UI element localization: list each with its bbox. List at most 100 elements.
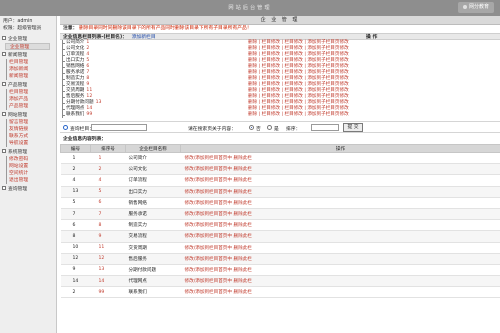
- table-row: 10 11 交货周期 修改/添加到栏目首页中 删除此栏: [60, 241, 500, 254]
- collapse-box-icon: [2, 185, 6, 190]
- sidebar-group-toggle[interactable]: 新闻管理: [0, 51, 56, 59]
- cell-sort: 14: [90, 275, 126, 288]
- table-row: 14 14 代理网点 修改/添加到栏目首页中 删除此栏: [60, 275, 500, 288]
- radio-yes[interactable]: [267, 125, 272, 130]
- sidebar-item[interactable]: 添加产品: [0, 96, 56, 103]
- delete-link[interactable]: 删除此栏: [233, 257, 251, 262]
- edit-link[interactable]: 修改/添加到栏目首页中: [185, 234, 233, 239]
- sidebar-group-toggle[interactable]: 企业管理: [0, 35, 56, 43]
- edit-link[interactable]: 修改/添加到栏目首页中: [185, 223, 233, 228]
- cell-spacer: [340, 196, 500, 209]
- edit-link[interactable]: 修改/添加到栏目首页中: [185, 156, 233, 161]
- page-title: 企 业 管 理: [60, 16, 500, 25]
- sidebar-item[interactable]: 添加新闻: [0, 66, 56, 73]
- sidebar-item[interactable]: 退出管理: [0, 177, 56, 184]
- edit-link[interactable]: 修改/添加到栏目首页中: [185, 290, 233, 295]
- sidebar-item[interactable]: 产品管理: [0, 103, 56, 110]
- cell-id: 5: [60, 196, 91, 209]
- delete-link[interactable]: 删除此栏: [233, 201, 251, 206]
- cell-ops: 修改/添加到栏目首页中 删除此栏: [180, 230, 341, 243]
- cell-ops: 修改/添加到栏目首页中 删除此栏: [180, 263, 341, 277]
- table-header-row: 编号 排序号 企业栏目名称 操作: [60, 144, 500, 153]
- edit-link[interactable]: 修改/添加到栏目首页中: [185, 167, 233, 172]
- sidebar-group-toggle[interactable]: 网站管理: [0, 111, 56, 119]
- col-sort: 排序号: [90, 144, 126, 153]
- cell-spacer: [340, 151, 500, 165]
- tree-branch: [62, 55, 65, 56]
- delete-link[interactable]: 删除此栏: [233, 279, 251, 284]
- cell-spacer: [340, 230, 500, 243]
- delete-link[interactable]: 删除此栏: [233, 156, 251, 161]
- edit-link[interactable]: 修改/添加到栏目首页中: [185, 178, 233, 183]
- col-id: 编号: [60, 144, 91, 153]
- tree-node-label: 订单流程: [66, 52, 85, 57]
- sidebar-group: 系统管理 修改密码 网站设置 空间统计 退出管理: [0, 148, 56, 184]
- sidebar-group-label: 网站管理: [8, 113, 28, 118]
- delete-link[interactable]: 删除此栏: [233, 268, 251, 273]
- sidebar-group: 新闻管理 栏目管理 添加新闻 新闻管理: [0, 51, 56, 80]
- delete-link[interactable]: 删除此栏: [233, 178, 251, 183]
- tree-node-num: 2: [86, 46, 90, 51]
- cell-spacer: [340, 174, 500, 187]
- sidebar-item[interactable]: 栏目管理: [0, 89, 56, 96]
- radio-no[interactable]: [249, 125, 254, 130]
- tree-node-num: 14: [86, 106, 93, 111]
- sidebar-item[interactable]: 栏目管理: [0, 59, 56, 66]
- cell-spacer: [340, 241, 500, 254]
- tree-node-label: 出口实力: [66, 58, 85, 63]
- cell-spacer: [340, 252, 500, 265]
- cell-spacer: [340, 207, 500, 221]
- cell-id: 13: [60, 185, 91, 198]
- edit-link[interactable]: 修改/添加到栏目首页中: [185, 212, 233, 217]
- edit-link[interactable]: 修改/添加到栏目首页中: [185, 190, 233, 195]
- edit-link[interactable]: 修改/添加到栏目首页中: [185, 268, 233, 273]
- brand-logo: 网分教育: [458, 2, 494, 13]
- cell-spacer: [340, 185, 500, 198]
- edit-link[interactable]: 修改/添加到栏目首页中: [185, 246, 233, 251]
- sidebar-item[interactable]: 导航设置: [0, 140, 56, 147]
- delete-link[interactable]: 删除此栏: [233, 223, 251, 228]
- delete-link[interactable]: 删除此栏: [233, 234, 251, 239]
- logo-text: 网分教育: [468, 4, 489, 10]
- tree-node-num: 11: [86, 88, 93, 93]
- sidebar-item[interactable]: 留言管理: [0, 119, 56, 126]
- edit-link[interactable]: 修改/添加到栏目首页中: [185, 201, 233, 206]
- cell-ops: 修改/添加到栏目首页中 删除此栏: [180, 219, 341, 232]
- sort-input[interactable]: [311, 124, 339, 131]
- delete-link[interactable]: 删除此栏: [233, 167, 251, 172]
- category-tree: 公司简介 1 删除 | 栏目修改 | 栏目修改 | 添加到子栏目页修改 公司文化 2 删除…: [60, 40, 500, 118]
- edit-link[interactable]: 修改/添加到栏目首页中: [185, 279, 233, 284]
- delete-link[interactable]: 删除此栏: [233, 190, 251, 195]
- table-row: 7 7 服务承诺 修改/添加到栏目首页中 删除此栏: [60, 207, 500, 221]
- sidebar-group: 网站管理 留言管理 友情链接 联系方式 导航设置: [0, 111, 56, 147]
- sidebar-group-toggle[interactable]: 系统管理: [0, 148, 56, 156]
- search-column-input[interactable]: [91, 124, 147, 131]
- sidebar-item[interactable]: 企业管理: [5, 43, 50, 50]
- submit-button[interactable]: 提 交: [343, 123, 363, 132]
- sidebar-item[interactable]: 联系方式: [0, 133, 56, 140]
- sidebar-group-toggle[interactable]: 产品管理: [0, 81, 56, 89]
- cell-id: 8: [60, 230, 91, 243]
- sidebar-item[interactable]: 网站设置: [0, 163, 56, 170]
- tree-ops-links[interactable]: 删除 | 栏目修改 | 栏目修改 | 添加到子栏目页修改: [248, 112, 349, 118]
- sidebar-item[interactable]: 修改密码: [0, 156, 56, 163]
- edit-link[interactable]: 修改/添加到栏目首页中: [185, 257, 233, 262]
- sidebar-item[interactable]: 空间统计: [0, 170, 56, 177]
- delete-link[interactable]: 删除此栏: [233, 290, 251, 295]
- cell-name: 订单流程: [125, 174, 181, 187]
- cell-name: 公司文化: [125, 163, 181, 176]
- sidebar-group-toggle[interactable]: 查询管理: [0, 185, 56, 193]
- tree-branch: [62, 73, 65, 74]
- delete-link[interactable]: 删除此栏: [233, 212, 251, 217]
- cell-name: 制造实力: [125, 219, 181, 232]
- collapse-box-icon: [2, 81, 6, 86]
- sidebar-item[interactable]: 友情链接: [0, 126, 56, 133]
- cell-name: 售后服务: [125, 252, 181, 265]
- cell-ops: 修改/添加到栏目首页中 删除此栏: [180, 286, 341, 299]
- cell-name: 出口实力: [125, 185, 181, 198]
- delete-link[interactable]: 删除此栏: [233, 246, 251, 251]
- cell-ops: 修改/添加到栏目首页中 删除此栏: [180, 151, 341, 165]
- sidebar-item[interactable]: 新闻管理: [0, 73, 56, 80]
- cell-ops: 修改/添加到栏目首页中 删除此栏: [180, 196, 341, 209]
- tree-node[interactable]: 联系我们 99: [66, 112, 92, 118]
